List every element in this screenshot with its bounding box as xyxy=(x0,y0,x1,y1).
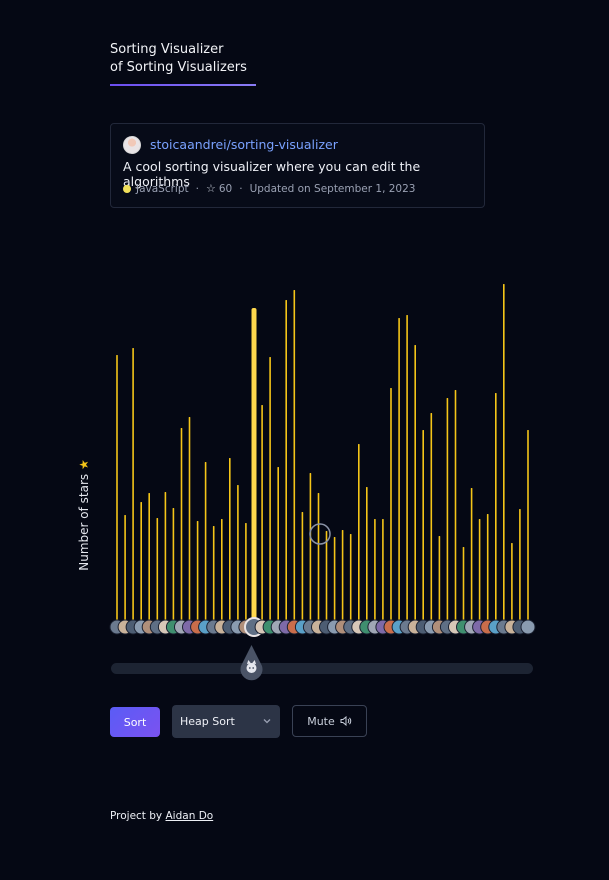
bar xyxy=(349,534,352,620)
bar xyxy=(511,543,513,620)
bar xyxy=(221,519,223,620)
bar xyxy=(527,430,529,620)
bar xyxy=(454,390,457,620)
bar xyxy=(406,315,408,620)
bar xyxy=(374,519,376,620)
bar xyxy=(132,348,134,620)
bar xyxy=(486,514,489,620)
bar xyxy=(382,519,384,620)
bar xyxy=(293,290,296,620)
bar xyxy=(237,485,239,620)
bar xyxy=(333,537,336,620)
bar xyxy=(245,523,247,620)
bar xyxy=(251,308,257,620)
bar xyxy=(140,502,142,620)
bar xyxy=(172,508,175,620)
bar xyxy=(341,530,344,620)
bar xyxy=(285,300,287,620)
bar xyxy=(124,515,126,620)
bar xyxy=(301,512,304,620)
bar xyxy=(358,444,360,620)
footer-prefix: Project by xyxy=(110,810,163,822)
bar xyxy=(317,493,320,620)
bar xyxy=(196,521,199,620)
bar xyxy=(446,398,449,620)
author-link[interactable]: Aidan Do xyxy=(166,810,214,822)
mute-button[interactable]: Mute xyxy=(292,705,367,737)
bar xyxy=(229,458,231,620)
bar xyxy=(422,430,424,620)
bar xyxy=(478,519,481,620)
stars-bar-chart xyxy=(109,284,536,637)
bar xyxy=(495,393,497,620)
bar xyxy=(390,388,392,620)
bar xyxy=(156,518,159,620)
bar xyxy=(180,428,183,620)
algorithm-selected-value: Heap Sort xyxy=(180,715,235,728)
footer: Project by Aidan Do xyxy=(110,810,213,822)
bar xyxy=(261,405,263,620)
bar xyxy=(438,536,441,620)
speaker-icon xyxy=(340,716,352,726)
bar xyxy=(414,345,416,620)
bar xyxy=(398,318,400,620)
bars-group xyxy=(116,284,529,620)
avatars-group xyxy=(109,617,536,637)
bar xyxy=(503,284,505,620)
chevron-down-icon xyxy=(263,719,271,724)
bar xyxy=(204,462,207,620)
bar xyxy=(325,531,328,620)
bar xyxy=(430,413,433,620)
sort-button[interactable]: Sort xyxy=(110,707,160,737)
mute-label: Mute xyxy=(307,714,335,728)
bar xyxy=(470,488,473,620)
slider-track[interactable] xyxy=(111,663,533,674)
bar xyxy=(116,355,118,620)
bar xyxy=(212,526,215,620)
algorithm-select[interactable]: Heap Sort xyxy=(172,705,280,738)
bar xyxy=(277,467,279,620)
slider-thumb[interactable] xyxy=(239,644,264,681)
bar xyxy=(269,357,271,620)
contributor-avatar[interactable] xyxy=(520,619,536,635)
bar xyxy=(366,487,368,620)
bar xyxy=(188,417,191,620)
bar xyxy=(148,493,150,620)
bar xyxy=(309,473,312,620)
bar xyxy=(519,509,521,620)
bar xyxy=(462,547,465,620)
bar xyxy=(164,492,167,620)
